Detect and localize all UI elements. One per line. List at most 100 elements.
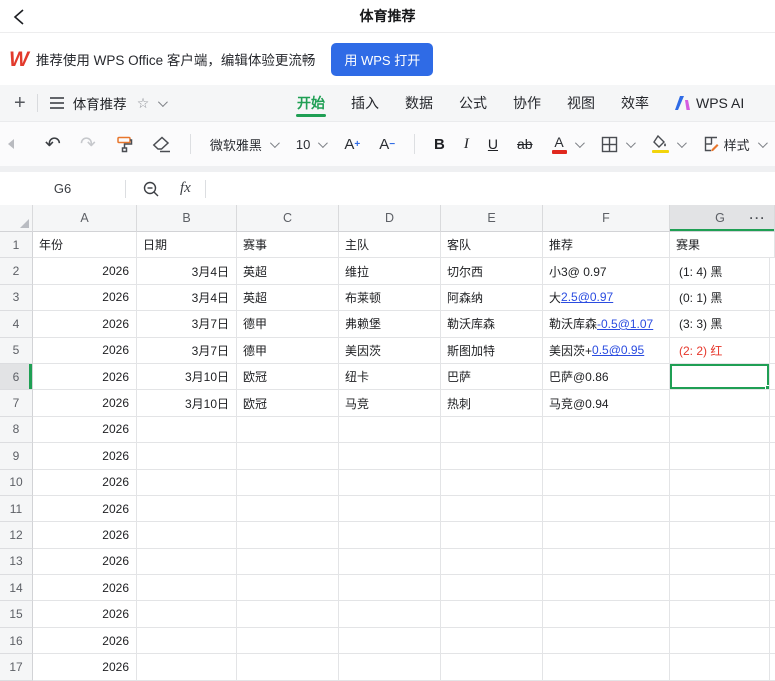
cell[interactable]: 弗赖堡	[339, 311, 441, 338]
cell[interactable]: 2026	[33, 337, 137, 364]
cell[interactable]	[670, 443, 770, 470]
cell[interactable]	[770, 522, 775, 549]
cell[interactable]	[543, 601, 670, 628]
cell[interactable]: 主队	[339, 232, 441, 259]
strikethrough-button[interactable]: ab	[517, 136, 533, 152]
cell[interactable]	[237, 522, 339, 549]
cell[interactable]	[237, 654, 339, 681]
cell[interactable]	[137, 654, 237, 681]
cell[interactable]: 欧冠	[237, 390, 339, 417]
cell[interactable]: 推荐	[543, 232, 670, 259]
cell[interactable]	[543, 495, 670, 523]
cell[interactable]: 美因茨+ 0.5@0.95	[543, 337, 670, 364]
row-header-12[interactable]: 12	[0, 522, 33, 549]
cell[interactable]: 维拉	[339, 258, 441, 285]
cell[interactable]: 2026	[33, 363, 137, 391]
cell[interactable]: 2026	[33, 311, 137, 338]
hyperlink[interactable]: 2.5@0.97	[561, 290, 613, 304]
row-header-17[interactable]: 17	[0, 654, 33, 681]
row-header-5[interactable]: 5	[0, 337, 33, 364]
cell[interactable]: 美因茨	[339, 337, 441, 364]
cell[interactable]: 热刺	[441, 390, 543, 417]
row-header-2[interactable]: 2	[0, 258, 33, 285]
cell[interactable]	[441, 601, 543, 628]
cell[interactable]: 英超	[237, 284, 339, 312]
cell[interactable]	[137, 575, 237, 602]
chevron-down-icon[interactable]	[158, 96, 169, 107]
row-header-16[interactable]: 16	[0, 627, 33, 655]
cell[interactable]: 3月4日	[137, 284, 237, 312]
cell[interactable]	[770, 469, 775, 496]
row-header-15[interactable]: 15	[0, 601, 33, 628]
cell[interactable]	[770, 390, 775, 417]
cell[interactable]	[339, 495, 441, 523]
row-header-6[interactable]: 6	[0, 363, 33, 391]
cell[interactable]: 大 2.5@0.97	[543, 284, 670, 312]
cell[interactable]	[770, 495, 775, 523]
cell[interactable]: 2026	[33, 575, 137, 602]
column-header-c[interactable]: C	[237, 205, 339, 232]
cell[interactable]	[237, 575, 339, 602]
cell[interactable]	[441, 575, 543, 602]
cell[interactable]: 2026	[33, 416, 137, 444]
select-all-corner[interactable]	[0, 205, 33, 232]
new-sheet-icon[interactable]: +	[14, 92, 26, 115]
cell[interactable]	[441, 627, 543, 655]
cell[interactable]	[670, 469, 770, 496]
cell[interactable]	[770, 311, 775, 338]
column-header-b[interactable]: B	[137, 205, 237, 232]
cell[interactable]	[543, 522, 670, 549]
cell[interactable]	[339, 522, 441, 549]
increase-font-icon[interactable]: A +	[344, 136, 360, 153]
cell[interactable]	[770, 654, 775, 681]
cell[interactable]: 3月10日	[137, 363, 237, 391]
cell[interactable]	[137, 416, 237, 444]
tab-协作[interactable]: 协作	[512, 85, 542, 121]
cell[interactable]: 小3@ 0.97	[543, 258, 670, 285]
cell[interactable]: (1: 4) 黑	[670, 258, 770, 285]
cell[interactable]: 赛果	[670, 232, 775, 259]
hyperlink[interactable]: 0.5@0.95	[592, 343, 644, 357]
cell[interactable]: 2026	[33, 443, 137, 470]
cell[interactable]: 2026	[33, 390, 137, 417]
borders-button[interactable]	[601, 136, 636, 153]
cell[interactable]	[339, 416, 441, 444]
row-header-3[interactable]: 3	[0, 284, 33, 312]
cell[interactable]	[441, 495, 543, 523]
underline-button[interactable]: U	[488, 136, 498, 152]
cell[interactable]: 年份	[33, 232, 137, 259]
cell[interactable]	[670, 522, 770, 549]
column-header-f[interactable]: F	[543, 205, 670, 232]
star-favorite-icon[interactable]: ☆	[137, 95, 150, 112]
cell[interactable]: 马竞@0.94	[543, 390, 670, 417]
cell[interactable]: 勒沃库森	[441, 311, 543, 338]
cell[interactable]	[339, 654, 441, 681]
cell[interactable]	[237, 416, 339, 444]
cell[interactable]	[770, 258, 775, 285]
cell[interactable]: 客队	[441, 232, 543, 259]
column-header-a[interactable]: A	[33, 205, 137, 232]
cell[interactable]: 巴萨	[441, 363, 543, 391]
cell[interactable]	[137, 495, 237, 523]
cell[interactable]	[670, 416, 770, 444]
cell[interactable]	[441, 548, 543, 576]
cell[interactable]	[339, 469, 441, 496]
cell[interactable]: 英超	[237, 258, 339, 285]
cell[interactable]: 2026	[33, 627, 137, 655]
cell[interactable]: 2026	[33, 284, 137, 312]
cell[interactable]	[543, 469, 670, 496]
cell[interactable]	[670, 548, 770, 576]
bold-button[interactable]: B	[434, 136, 445, 153]
cell[interactable]: 阿森纳	[441, 284, 543, 312]
cell[interactable]: 马竞	[339, 390, 441, 417]
cell[interactable]: 2026	[33, 601, 137, 628]
cell[interactable]: (3: 3) 黑	[670, 311, 770, 338]
cell[interactable]	[543, 416, 670, 444]
cell[interactable]	[543, 548, 670, 576]
tab-开始[interactable]: 开始	[296, 85, 326, 121]
cell[interactable]: 德甲	[237, 311, 339, 338]
cell[interactable]: 2026	[33, 258, 137, 285]
cell[interactable]	[670, 601, 770, 628]
cell[interactable]	[137, 469, 237, 496]
cell[interactable]: 3月7日	[137, 337, 237, 364]
